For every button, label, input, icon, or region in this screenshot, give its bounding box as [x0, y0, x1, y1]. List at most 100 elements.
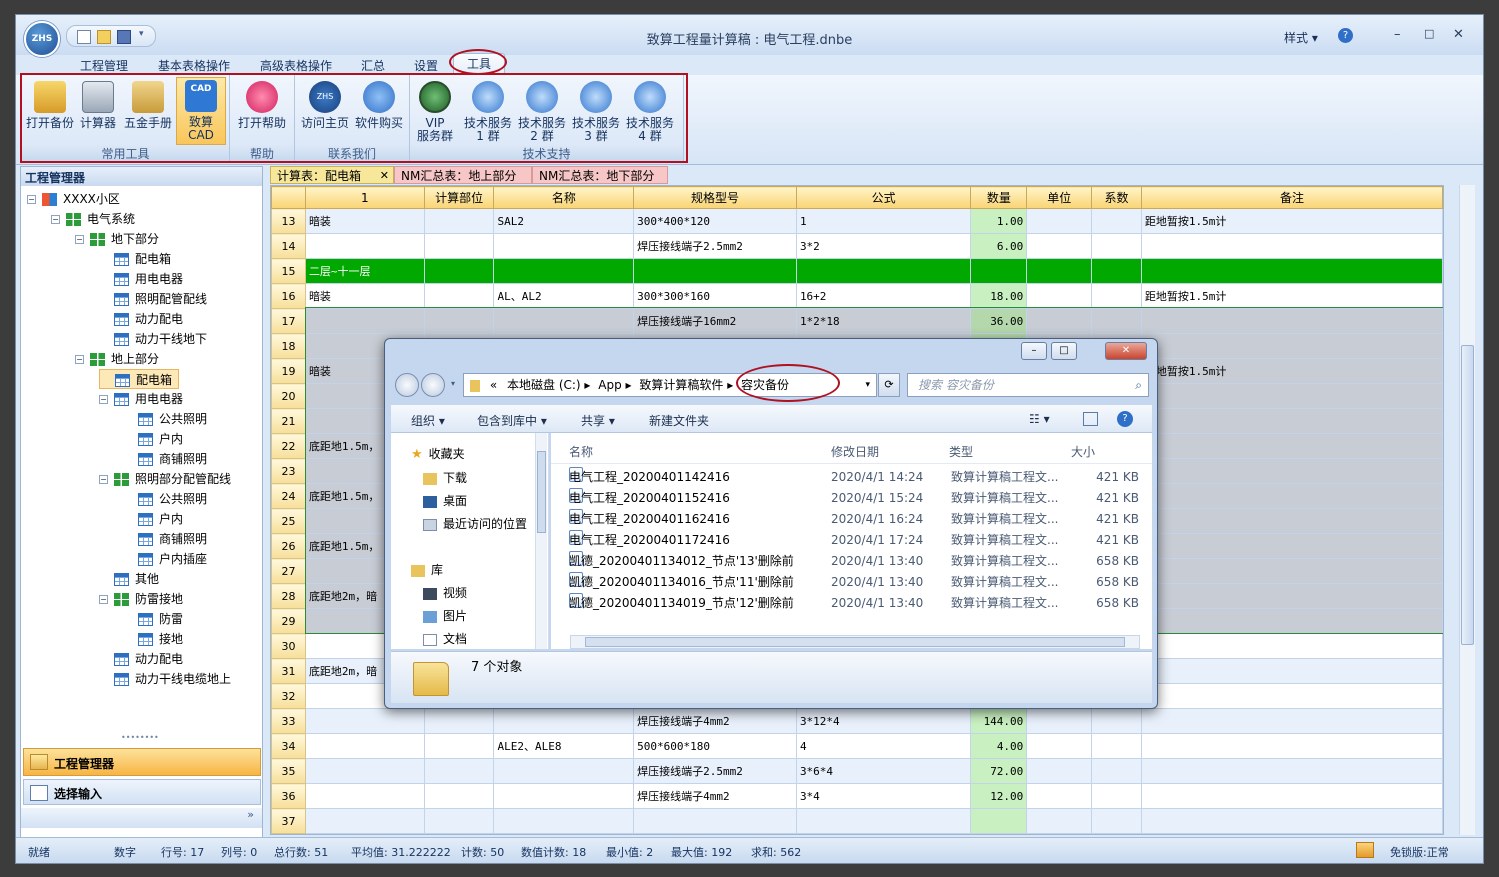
row-number[interactable]: 27 [271, 558, 306, 584]
table-cell[interactable] [423, 233, 495, 259]
sheet-tab-below-ground[interactable]: NM汇总表：地下部分 [532, 166, 668, 184]
column-header[interactable]: 规格型号 [633, 186, 797, 209]
tab-advanced-table[interactable]: 高级表格操作 [260, 57, 332, 74]
table-cell[interactable] [1091, 708, 1142, 734]
row-number[interactable]: 13 [271, 208, 306, 234]
address-segment-software[interactable]: 致算计算稿软件 [639, 378, 723, 392]
tree-node[interactable]: 户内 [123, 509, 183, 529]
table-cell[interactable] [1140, 258, 1443, 284]
row-number[interactable]: 33 [271, 708, 306, 734]
column-header[interactable]: 备注 [1140, 186, 1443, 209]
close-button[interactable]: ✕ [1453, 27, 1464, 42]
row-number[interactable]: 37 [271, 808, 306, 834]
hardware-manual-button[interactable]: 五金手册 [122, 79, 174, 145]
collapse-toggle-icon[interactable]: − [51, 215, 60, 224]
address-segment-app[interactable]: App [598, 378, 621, 392]
table-cell[interactable] [1026, 208, 1093, 234]
nav-libraries[interactable]: 库 [411, 561, 443, 578]
row-number[interactable]: 36 [271, 783, 306, 809]
tree-node[interactable]: − 地下部分 [75, 229, 159, 249]
column-header[interactable]: 1 [304, 186, 425, 209]
table-cell[interactable] [1091, 808, 1142, 834]
col-date[interactable]: 修改日期 [831, 443, 879, 460]
table-cell[interactable] [304, 733, 425, 759]
tech-group-2-button[interactable]: 技术服务 2 群 [516, 79, 568, 145]
table-cell[interactable] [1140, 433, 1443, 459]
quantity-cell[interactable] [970, 808, 1028, 834]
help-icon[interactable]: ? [1338, 28, 1353, 43]
table-cell[interactable] [1140, 683, 1443, 709]
open-help-button[interactable]: 打开帮助 [236, 79, 288, 145]
tree-node[interactable]: − XXXX小区 [27, 189, 120, 209]
table-cell[interactable]: 暗装 [304, 208, 425, 234]
row-number[interactable]: 19 [271, 358, 306, 384]
table-cell[interactable] [1140, 758, 1443, 784]
table-cell[interactable] [1026, 733, 1093, 759]
tech-group-3-button[interactable]: 技术服务 3 群 [570, 79, 622, 145]
column-header[interactable] [271, 186, 306, 209]
table-cell[interactable]: 焊压接线端子4mm2 [633, 708, 797, 734]
back-button[interactable] [395, 373, 419, 397]
row-number[interactable]: 23 [271, 458, 306, 484]
row-number[interactable]: 35 [271, 758, 306, 784]
table-cell[interactable] [1140, 608, 1443, 634]
table-cell[interactable]: 300*300*160 [633, 283, 797, 309]
table-cell[interactable]: 4 [795, 733, 972, 759]
table-cell[interactable] [1026, 758, 1093, 784]
sheet-tab-above-ground[interactable]: NM汇总表：地上部分 [394, 166, 532, 184]
row-number[interactable]: 15 [271, 258, 306, 284]
table-cell[interactable] [633, 258, 797, 284]
row-number[interactable]: 34 [271, 733, 306, 759]
tree-node[interactable]: 商铺照明 [123, 529, 207, 549]
file-row[interactable]: 电气工程_20200401142416 2020/4/1 14:24 致算计算稿工程… [569, 467, 1149, 487]
tree-node[interactable]: 户内 [123, 429, 183, 449]
row-number[interactable]: 29 [271, 608, 306, 634]
table-cell[interactable]: 16+2 [795, 283, 972, 309]
table-cell[interactable]: 二层~十一层 [304, 258, 425, 284]
tree-node[interactable]: 配电箱 [99, 249, 171, 269]
table-row[interactable]: 17 焊压接线端子16mm2 1*2*18 36.00 [271, 308, 1443, 334]
table-cell[interactable] [1140, 483, 1443, 509]
maximize-button[interactable]: □ [1424, 27, 1434, 40]
row-number[interactable]: 30 [271, 633, 306, 659]
table-cell[interactable] [1026, 233, 1093, 259]
nav-scrollbar[interactable] [535, 433, 547, 649]
table-cell[interactable]: 500*600*180 [633, 733, 797, 759]
table-cell[interactable] [423, 758, 495, 784]
tree-node[interactable]: 动力配电 [99, 649, 183, 669]
tree-node[interactable]: − 防雷接地 [99, 589, 183, 609]
column-header[interactable]: 系数 [1091, 186, 1142, 209]
table-cell[interactable] [493, 233, 635, 259]
table-cell[interactable] [1091, 308, 1142, 334]
table-cell[interactable] [1091, 233, 1142, 259]
table-cell[interactable] [493, 808, 635, 834]
expand-chevron-icon[interactable]: » [21, 808, 262, 828]
nav-downloads[interactable]: 下载 [423, 469, 467, 486]
table-cell[interactable] [795, 808, 972, 834]
collapse-toggle-icon[interactable]: − [75, 355, 84, 364]
table-row[interactable]: 14 焊压接线端子2.5mm2 3*2 6.00 [271, 233, 1443, 259]
tree-node[interactable]: − 地上部分 [75, 349, 159, 369]
preview-pane-icon[interactable] [1083, 412, 1098, 426]
tree-node[interactable]: 动力配电 [99, 309, 183, 329]
table-cell[interactable] [1026, 283, 1093, 309]
table-cell[interactable] [493, 708, 635, 734]
table-cell[interactable] [1140, 558, 1443, 584]
table-cell[interactable]: 距地暂按1.5m计 [1140, 208, 1443, 234]
style-menu[interactable]: 样式 ▾ [1284, 29, 1318, 46]
table-cell[interactable]: 焊压接线端子16mm2 [633, 308, 797, 334]
row-number[interactable]: 31 [271, 658, 306, 684]
table-cell[interactable] [1140, 633, 1443, 659]
table-cell[interactable] [423, 733, 495, 759]
collapse-toggle-icon[interactable]: − [27, 195, 36, 204]
table-cell[interactable]: 距地暂按1.5m计 [1140, 358, 1443, 384]
table-cell[interactable]: 300*400*120 [633, 208, 797, 234]
visit-homepage-button[interactable]: ZHS 访问主页 [299, 79, 351, 145]
table-cell[interactable] [795, 258, 972, 284]
splitter-handle[interactable]: •••••••• [121, 733, 159, 742]
table-cell[interactable] [1091, 208, 1142, 234]
dialog-minimize-button[interactable]: – [1021, 342, 1047, 360]
file-row[interactable]: 凯德_20200401134019_节点'12'删除前 2020/4/1 13:4… [569, 593, 1149, 613]
row-number[interactable]: 21 [271, 408, 306, 434]
table-cell[interactable] [1091, 258, 1142, 284]
